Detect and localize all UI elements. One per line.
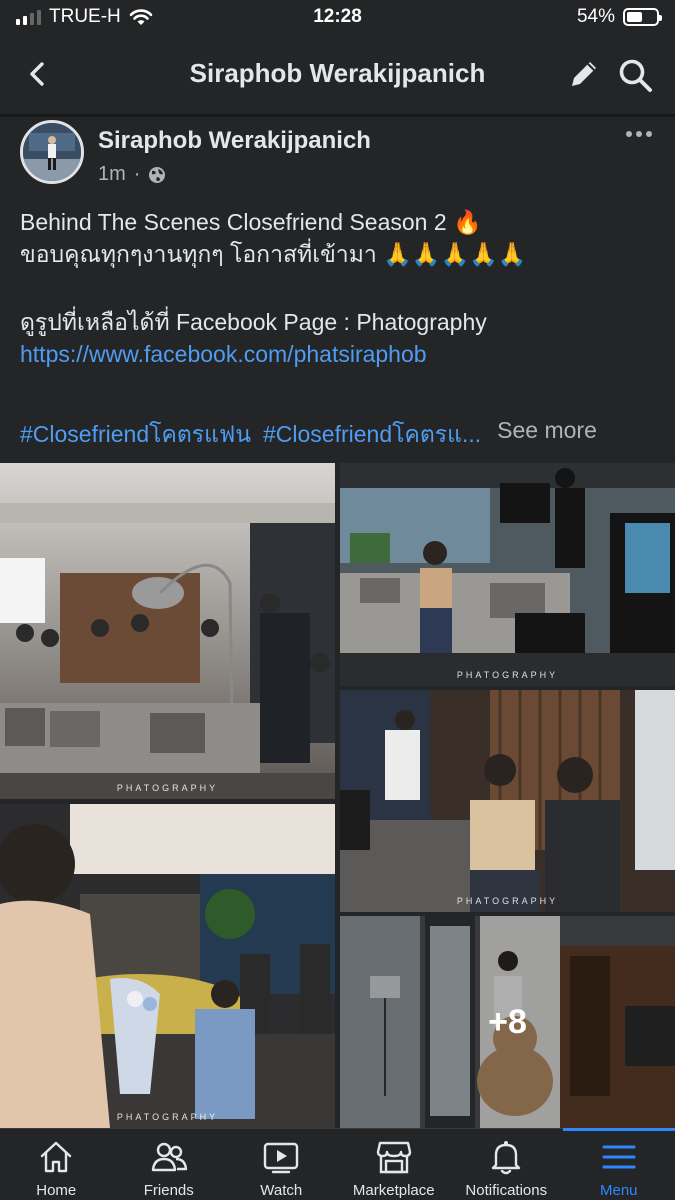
tab-friends[interactable]: Friends bbox=[113, 1129, 226, 1200]
bell-icon bbox=[492, 1141, 521, 1175]
post-line-2: ขอบคุณทุกๆงานทุกๆ โอกาสที่เข้ามา 🙏🙏🙏🙏🙏 bbox=[20, 241, 527, 267]
post-meta: 1m · bbox=[98, 163, 166, 186]
menu-icon bbox=[602, 1145, 636, 1169]
tab-label: Watch bbox=[260, 1182, 303, 1199]
search-icon[interactable] bbox=[616, 56, 654, 94]
home-icon bbox=[41, 1141, 72, 1173]
tab-label: Friends bbox=[143, 1182, 194, 1199]
hashtag-row: #Closefriendโคตรแฟน #Closefriendโคตรแ...… bbox=[20, 417, 660, 453]
tab-watch[interactable]: Watch bbox=[225, 1129, 338, 1200]
photo-3[interactable]: PHATOGRAPHY bbox=[340, 690, 675, 912]
tab-menu[interactable]: Menu bbox=[562, 1128, 675, 1200]
divider bbox=[0, 114, 675, 117]
photo-4[interactable]: PHATOGRAPHY bbox=[0, 804, 335, 1128]
meta-separator: · bbox=[133, 163, 141, 185]
tab-label: Marketplace bbox=[352, 1182, 435, 1199]
more-options-button[interactable] bbox=[626, 126, 658, 142]
see-more-link[interactable]: See more bbox=[497, 417, 597, 453]
more-photos-count: +8 bbox=[340, 916, 675, 1128]
tab-label: Home bbox=[36, 1182, 77, 1199]
avatar[interactable] bbox=[20, 120, 84, 184]
photo-watermark: PHATOGRAPHY bbox=[116, 783, 219, 793]
marketplace-icon bbox=[376, 1141, 411, 1174]
globe-icon bbox=[149, 166, 166, 183]
photo-5-more[interactable]: +8 bbox=[340, 916, 675, 1128]
tab-notifications[interactable]: Notifications bbox=[450, 1129, 563, 1200]
photo-watermark: PHATOGRAPHY bbox=[456, 670, 559, 680]
battery-icon bbox=[623, 8, 662, 26]
tab-label: Notifications bbox=[465, 1182, 548, 1199]
photo-2[interactable]: PHATOGRAPHY bbox=[340, 463, 675, 686]
post-author[interactable]: Siraphob Werakijpanich bbox=[98, 127, 371, 155]
tab-label: Menu bbox=[599, 1182, 638, 1199]
friends-icon bbox=[151, 1142, 187, 1172]
signal-icon bbox=[16, 9, 41, 25]
photo-watermark: PHATOGRAPHY bbox=[116, 1112, 219, 1122]
tab-marketplace[interactable]: Marketplace bbox=[338, 1129, 451, 1200]
photo-watermark: PHATOGRAPHY bbox=[456, 896, 559, 906]
post-body: Behind The Scenes Closefriend Season 2 🔥… bbox=[20, 206, 660, 370]
post-line-3: ดูรูปที่เหลือได้ที่ Facebook Page : Phat… bbox=[20, 309, 487, 335]
tab-home[interactable]: Home bbox=[0, 1129, 113, 1200]
nav-header: Siraphob Werakijpanich bbox=[0, 44, 675, 104]
post-link[interactable]: https://www.facebook.com/phatsiraphob bbox=[20, 338, 660, 370]
photo-1[interactable]: PHATOGRAPHY bbox=[0, 463, 335, 799]
hashtag-2[interactable]: #Closefriendโคตรแ... bbox=[263, 417, 481, 453]
post-line-1: Behind The Scenes Closefriend Season 2 🔥 bbox=[20, 209, 482, 235]
status-bar: TRUE-H 12:28 54% bbox=[0, 0, 675, 34]
pencil-icon[interactable] bbox=[566, 56, 602, 92]
post-time[interactable]: 1m bbox=[98, 163, 126, 186]
tab-bar: Home Friends Watch Marketplace Notificat… bbox=[0, 1128, 675, 1200]
watch-icon bbox=[264, 1142, 299, 1174]
wifi-icon bbox=[129, 9, 153, 25]
carrier-name: TRUE-H bbox=[49, 6, 121, 27]
battery-percent: 54% bbox=[576, 6, 615, 27]
hashtag-1[interactable]: #Closefriendโคตรแฟน bbox=[20, 417, 251, 453]
